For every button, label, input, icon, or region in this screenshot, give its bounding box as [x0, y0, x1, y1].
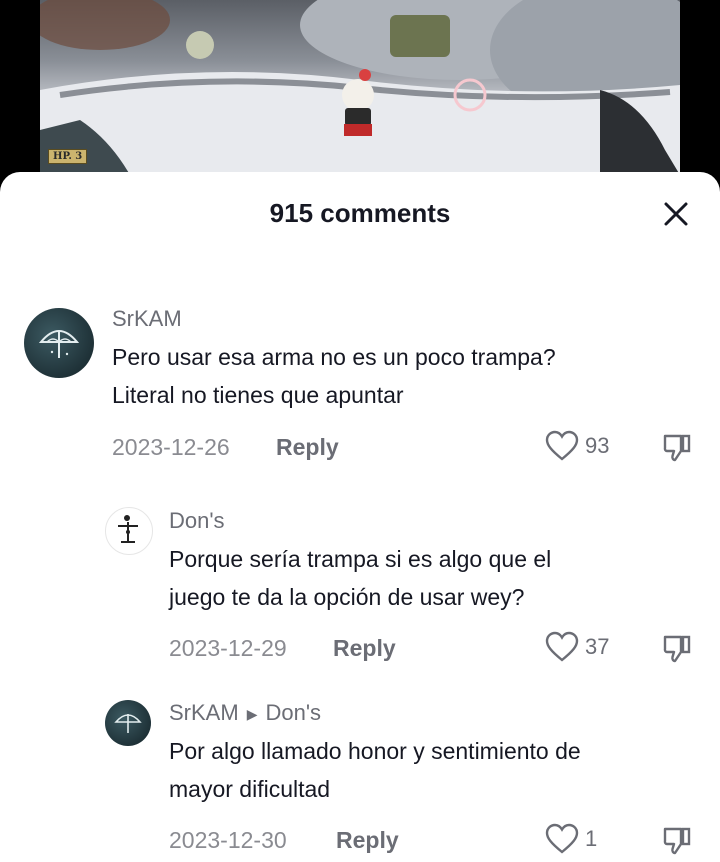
like-button[interactable]: 37 — [545, 631, 609, 663]
dislike-button[interactable] — [662, 633, 692, 663]
like-button[interactable]: 93 — [545, 430, 609, 462]
game-scene — [40, 0, 680, 175]
stick-figure-icon — [118, 515, 138, 543]
thumbs-down-icon — [663, 635, 691, 663]
comment-username[interactable]: SrKAM — [169, 700, 239, 725]
heart-icon — [545, 631, 579, 662]
reply-button[interactable]: Reply — [333, 635, 396, 662]
video-preview[interactable]: HP. 3 — [0, 0, 720, 200]
thumbs-down-icon — [663, 434, 691, 462]
avatar[interactable] — [24, 308, 94, 378]
comment-date: 2023-12-26 — [112, 434, 230, 460]
close-button[interactable] — [660, 198, 692, 230]
comment-date: 2023-12-29 — [169, 635, 287, 661]
comment-text-line: mayor dificultad — [169, 776, 331, 802]
umbrella-logo-icon — [114, 714, 142, 733]
heart-icon — [545, 430, 579, 461]
comment-text-line: Literal no tienes que apuntar — [112, 382, 404, 408]
heart-icon — [545, 823, 579, 854]
comment-username[interactable]: Don's — [169, 508, 225, 534]
comment-username[interactable]: SrKAM — [112, 306, 182, 332]
comment-username-line: SrKAM ▶ Don's — [169, 700, 321, 726]
avatar[interactable] — [105, 700, 151, 746]
reply-button[interactable]: Reply — [276, 434, 339, 461]
comment-text-line: juego te da la opción de usar wey? — [169, 584, 525, 610]
like-count: 93 — [585, 433, 610, 458]
like-button[interactable]: 1 — [545, 823, 597, 855]
close-icon — [664, 202, 688, 226]
thumbs-down-icon — [663, 827, 691, 855]
avatar[interactable] — [105, 507, 153, 555]
hp-badge: HP. 3 — [48, 149, 88, 164]
comment-text-line: Porque sería trampa si es algo que el — [169, 546, 552, 572]
dislike-button[interactable] — [662, 825, 692, 855]
comment-text-line: Pero usar esa arma no es un poco trampa? — [112, 344, 556, 370]
like-count: 1 — [585, 826, 598, 851]
comment-date: 2023-12-30 — [169, 827, 287, 853]
reply-to-username[interactable]: Don's — [265, 700, 321, 725]
cuphead-scene-image — [40, 0, 680, 175]
comment-text-line: Por algo llamado honor y sentimiento de — [169, 738, 581, 764]
reply-button[interactable]: Reply — [336, 827, 399, 854]
dislike-button[interactable] — [662, 432, 692, 462]
reply-arrow-icon: ▶ — [246, 705, 258, 722]
like-count: 37 — [585, 634, 610, 659]
sheet-title: 915 comments — [269, 198, 451, 228]
umbrella-logo-icon — [38, 330, 80, 358]
